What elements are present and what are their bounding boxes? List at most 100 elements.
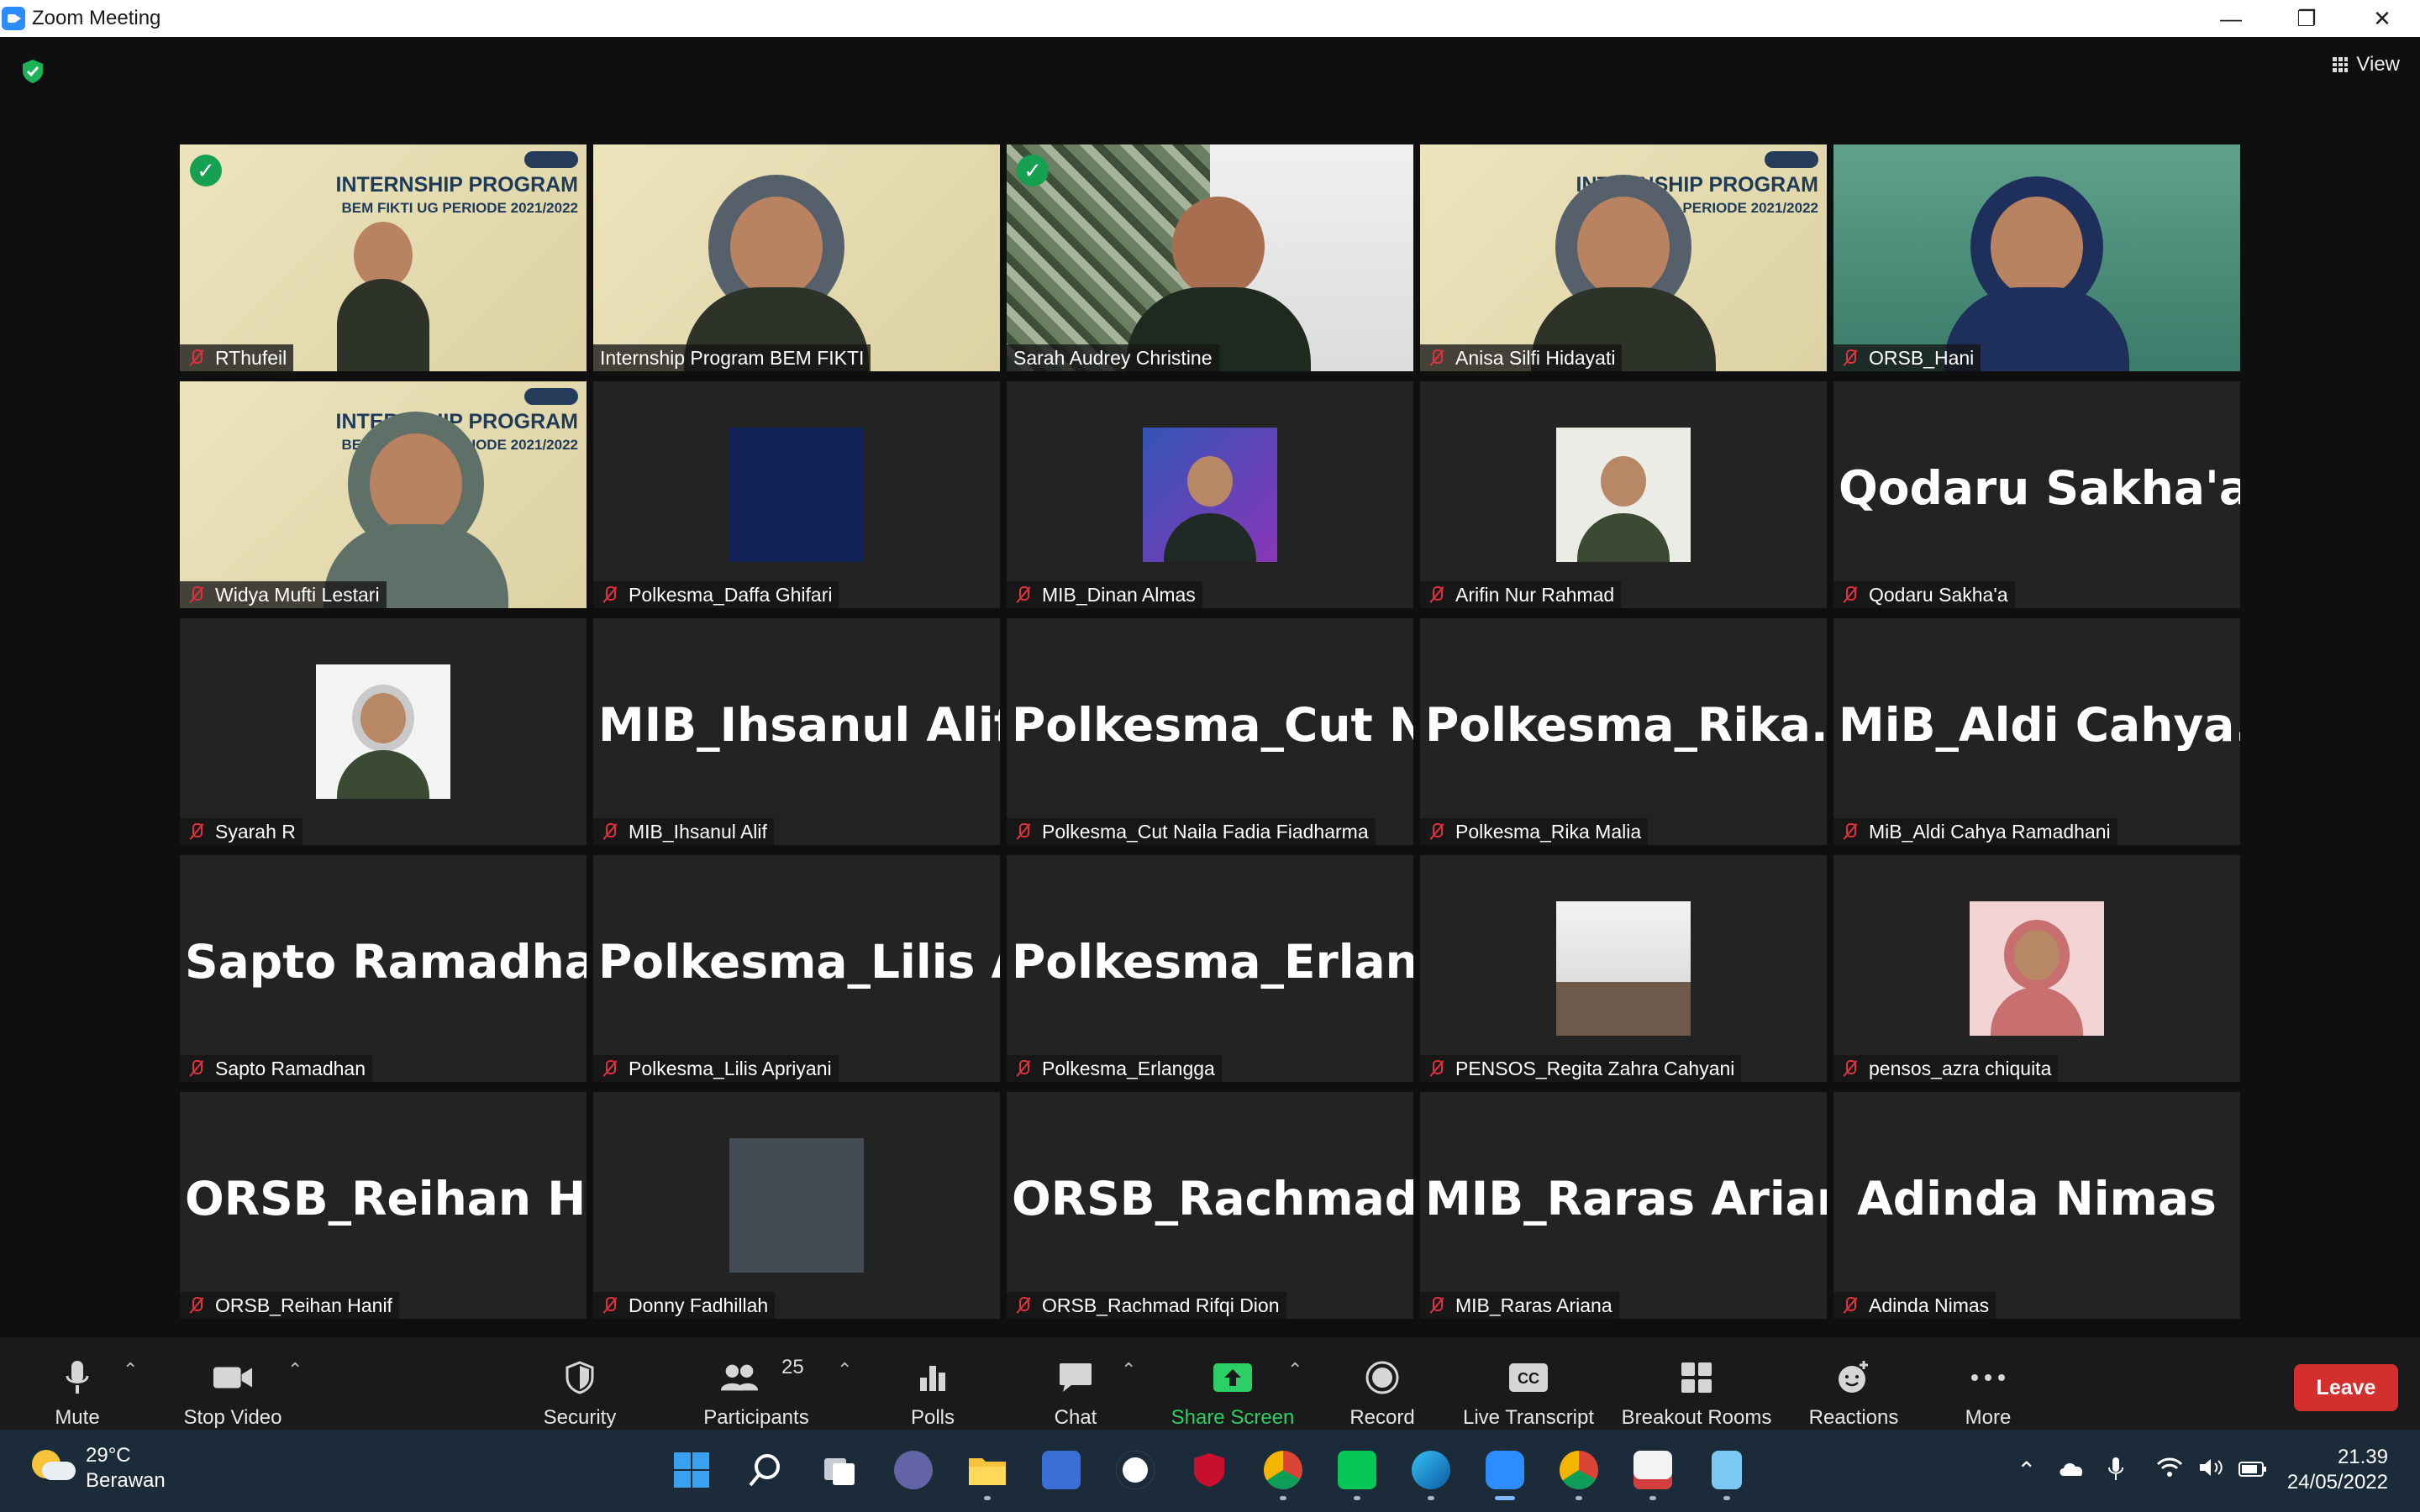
system-clock[interactable]: 21.39 24/05/2022	[2287, 1445, 2388, 1495]
banner-title: INTERNSHIP PROGRAM	[335, 410, 578, 433]
notepad-icon[interactable]	[1703, 1445, 1750, 1500]
zoom-app-icon	[2, 7, 25, 30]
zoom-icon[interactable]	[1481, 1445, 1528, 1500]
video-tile[interactable]: ORSB_Reihan Ha... ORSB_Reihan Hanif	[180, 1092, 587, 1319]
chrome-icon[interactable]	[1260, 1445, 1307, 1500]
reactions-label: Reactions	[1808, 1406, 1899, 1429]
reactions-button[interactable]: Reactions	[1803, 1337, 1904, 1438]
video-tile[interactable]: ORSB_Hani	[1833, 144, 2240, 371]
participants-button[interactable]: Participants	[697, 1337, 815, 1438]
line-icon[interactable]	[1334, 1445, 1381, 1500]
record-button[interactable]: Record	[1344, 1337, 1420, 1438]
mic-muted-icon	[1425, 584, 1447, 606]
video-tile[interactable]: Internship Program BEM FIKTI	[593, 144, 1000, 371]
edge-icon[interactable]	[1407, 1445, 1455, 1500]
banner-logos	[524, 151, 578, 168]
participant-name-label: Anisa Silfi Hidayati	[1420, 344, 1623, 371]
participant-name: pensos_azra chiquita	[1869, 1057, 2052, 1079]
video-tile[interactable]: Polkesma_Erlang... Polkesma_Erlangga	[1007, 855, 1413, 1082]
microphone-icon[interactable]	[2107, 1457, 2124, 1488]
video-tile[interactable]: Polkesma_Daffa Ghifari	[593, 381, 1000, 608]
task-view-icon[interactable]	[816, 1445, 863, 1495]
minimize-icon[interactable]: —	[2193, 0, 2269, 37]
meeting-toolbar: Mute ⌃ Stop Video ⌃ Security Participant…	[0, 1337, 2420, 1430]
profile-picture	[729, 428, 864, 562]
mic-muted-icon	[1839, 1058, 1860, 1079]
onedrive-icon[interactable]	[2057, 1457, 2086, 1483]
polls-button[interactable]: Polls	[899, 1337, 966, 1438]
visual-studio-icon[interactable]	[1038, 1445, 1085, 1495]
mcafee-icon[interactable]	[1186, 1445, 1233, 1495]
file-explorer-icon[interactable]	[964, 1445, 1011, 1500]
wifi-icon[interactable]	[2156, 1457, 2183, 1484]
teams-chat-icon[interactable]	[890, 1445, 937, 1495]
snipping-tool-icon[interactable]	[1629, 1445, 1676, 1500]
video-tile[interactable]: INTERNSHIP PROGRAM BEM FIKTI UG PERIODE 2…	[180, 381, 587, 608]
participant-name-label: Polkesma_Cut Naila Fadia Fiadharma	[1007, 818, 1376, 845]
video-tile[interactable]: Polkesma_Lilis A... Polkesma_Lilis Apriy…	[593, 855, 1000, 1082]
video-options-caret[interactable]: ⌃	[287, 1359, 302, 1381]
video-tile[interactable]: Polkesma_Rika... Polkesma_Rika Malia	[1420, 618, 1827, 845]
video-tile-active-speaker[interactable]: ✓ Sarah Audrey Christine	[1007, 144, 1413, 371]
windows-taskbar: 29°C Berawan ⌃ 21.39 24/05/2022	[0, 1430, 2420, 1512]
mic-muted-icon	[1012, 1294, 1034, 1316]
more-button[interactable]: More	[1954, 1337, 2022, 1438]
mic-muted-icon	[598, 821, 620, 843]
leave-button[interactable]: Leave	[2294, 1364, 2398, 1411]
video-tile[interactable]: Sapto Ramadhan Sapto Ramadhan	[180, 855, 587, 1082]
video-tile[interactable]: MiB_Aldi Cahya... MiB_Aldi Cahya Ramadha…	[1833, 618, 2240, 845]
video-tile[interactable]: pensos_azra chiquita	[1833, 855, 2240, 1082]
mic-muted-icon	[1425, 1058, 1447, 1079]
participant-name: Polkesma_Lilis Apriyani	[629, 1057, 832, 1079]
video-tile[interactable]: Adinda Nimas Adinda Nimas	[1833, 1092, 2240, 1319]
participant-name-label: Polkesma_Rika Malia	[1420, 818, 1649, 845]
video-tile[interactable]: Qodaru Sakha'a Qodaru Sakha'a	[1833, 381, 2240, 608]
video-tile[interactable]: INTERNSHIP PROGRAM BEM FIKTI UG PERIODE 2…	[180, 144, 587, 371]
weather-condition: Berawan	[86, 1469, 166, 1492]
record-icon	[1362, 1357, 1402, 1398]
video-tile[interactable]: Syarah R	[180, 618, 587, 845]
volume-icon[interactable]	[2198, 1457, 2225, 1484]
battery-icon[interactable]	[2238, 1457, 2267, 1483]
xbox-icon[interactable]	[1112, 1445, 1159, 1495]
participants-options-caret[interactable]: ⌃	[837, 1359, 852, 1381]
mute-button[interactable]: Mute	[44, 1337, 111, 1438]
participant-name: ORSB_Reihan Hanif	[215, 1294, 392, 1316]
video-tile[interactable]: Donny Fadhillah	[593, 1092, 1000, 1319]
share-options-caret[interactable]: ⌃	[1287, 1359, 1302, 1381]
view-button[interactable]: View	[2333, 50, 2400, 79]
participant-name-label: Polkesma_Lilis Apriyani	[593, 1055, 839, 1082]
chrome-profile-icon[interactable]	[1555, 1445, 1602, 1500]
cloud-shape	[42, 1462, 76, 1480]
video-tile[interactable]: PENSOS_Regita Zahra Cahyani	[1420, 855, 1827, 1082]
video-tile[interactable]: INTERNSHIP PROGRAM BEM FIKTI UG PERIODE 2…	[1420, 144, 1827, 371]
video-tile[interactable]: MIB_Dinan Almas	[1007, 381, 1413, 608]
search-icon[interactable]	[742, 1445, 789, 1495]
encryption-shield-icon[interactable]	[22, 59, 44, 84]
profile-picture	[1143, 428, 1277, 562]
chat-button[interactable]: Chat	[1042, 1337, 1109, 1438]
share-screen-icon	[1213, 1357, 1253, 1398]
close-icon[interactable]: ✕	[2344, 0, 2420, 37]
security-button[interactable]: Security	[538, 1337, 622, 1438]
video-tile[interactable]: MIB_Raras Ariana MIB_Raras Ariana	[1420, 1092, 1827, 1319]
participant-name-label: Adinda Nimas	[1833, 1292, 1996, 1319]
audio-options-caret[interactable]: ⌃	[123, 1359, 138, 1381]
participant-name-label: Polkesma_Erlangga	[1007, 1055, 1222, 1082]
windows-start-icon[interactable]	[668, 1445, 715, 1495]
live-transcript-button[interactable]: CC Live Transcript	[1459, 1337, 1598, 1438]
participant-name-label: RThufeil	[180, 344, 294, 371]
gallery-grid: INTERNSHIP PROGRAM BEM FIKTI UG PERIODE 2…	[180, 144, 2240, 1322]
share-screen-button[interactable]: Share Screen	[1168, 1337, 1297, 1438]
video-tile[interactable]: MIB_Ihsanul Alif MIB_Ihsanul Alif	[593, 618, 1000, 845]
participant-name-label: Sarah Audrey Christine	[1007, 344, 1219, 371]
chevron-up-icon[interactable]: ⌃	[2017, 1457, 2036, 1484]
video-tile[interactable]: Polkesma_Cut N... Polkesma_Cut Naila Fad…	[1007, 618, 1413, 845]
breakout-rooms-button[interactable]: Breakout Rooms	[1617, 1337, 1776, 1438]
stop-video-button[interactable]: Stop Video	[178, 1337, 287, 1438]
chat-options-caret[interactable]: ⌃	[1121, 1359, 1136, 1381]
restore-icon[interactable]: ❐	[2269, 0, 2344, 37]
participant-name: Qodaru Sakha'a	[1869, 583, 2008, 606]
video-tile[interactable]: Arifin Nur Rahmad	[1420, 381, 1827, 608]
video-tile[interactable]: ORSB_Rachmad... ORSB_Rachmad Rifqi Dion	[1007, 1092, 1413, 1319]
